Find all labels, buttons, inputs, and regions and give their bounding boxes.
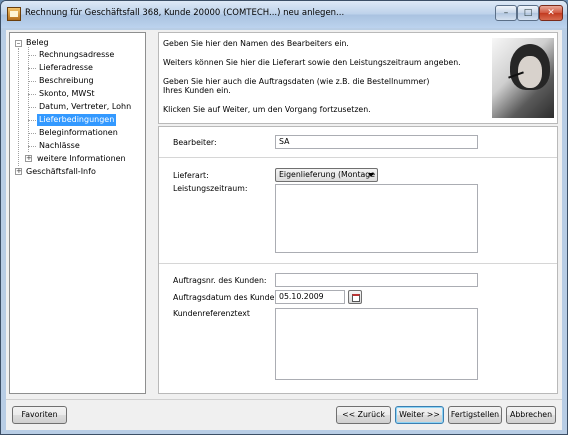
title-bar[interactable]: Rechnung für Geschäftsfall 368, Kunde 20… xyxy=(1,1,567,28)
tree-connector xyxy=(28,94,36,95)
auftragsdatum-label: Auftragsdatum des Kunden: xyxy=(173,293,282,302)
lieferart-select[interactable]: Eigenlieferung (Montage xyxy=(275,168,378,182)
finish-button[interactable]: Fertigstellen xyxy=(448,406,502,424)
close-button[interactable]: ✕ xyxy=(539,5,563,21)
tree-item-lieferbedingungen[interactable]: Lieferbedingungen xyxy=(37,114,117,126)
calendar-icon[interactable] xyxy=(348,290,362,304)
bearbeiter-input[interactable]: SA xyxy=(275,135,478,149)
info-text-4: Klicken Sie auf Weiter, um den Vorgang f… xyxy=(163,105,371,114)
section-divider xyxy=(159,157,557,158)
tree-item-datum-vertreter-lohn[interactable]: Datum, Vertreter, Lohn xyxy=(37,101,133,113)
section-divider xyxy=(159,263,557,264)
info-text-2: Weiters können Sie hier die Lieferart so… xyxy=(163,58,461,67)
info-text-3b: Ihres Kunden ein. xyxy=(163,86,231,95)
minimize-button[interactable]: – xyxy=(495,5,517,21)
auftragsnr-input[interactable] xyxy=(275,273,478,287)
dialog-client: – Beleg Rechnungsadresse Lieferadresse B… xyxy=(6,30,562,430)
kundenreferenz-label: Kundenreferenztext xyxy=(173,309,250,318)
favoriten-button[interactable]: Favoriten xyxy=(12,406,67,424)
tree-connector xyxy=(28,120,36,121)
info-text-3a: Geben Sie hier auch die Auftragsdaten (w… xyxy=(163,77,430,86)
info-text-1: Geben Sie hier den Namen des Bearbeiters… xyxy=(163,39,349,48)
next-button[interactable]: Weiter >> xyxy=(395,406,444,424)
dropdown-arrow-icon xyxy=(368,173,374,177)
back-button[interactable]: << Zurück xyxy=(336,406,391,424)
lieferart-label: Lieferart: xyxy=(173,171,209,180)
tree-item-weitere-informationen[interactable]: weitere Informationen xyxy=(35,153,128,165)
tree-item-beleginformationen[interactable]: Beleginformationen xyxy=(37,127,120,139)
tree-item-skonto-mwst[interactable]: Skonto, MWSt xyxy=(37,88,97,100)
tree-connector xyxy=(28,133,36,134)
tree-connector xyxy=(28,81,36,82)
auftragsnr-label: Auftragsnr. des Kunden: xyxy=(173,276,267,285)
maximize-button[interactable]: □ xyxy=(517,5,539,21)
panel-splitter[interactable] xyxy=(149,32,153,394)
tree-connector xyxy=(28,47,29,152)
tree-item-rechnungsadresse[interactable]: Rechnungsadresse xyxy=(37,49,116,61)
expand-icon[interactable]: + xyxy=(25,155,32,162)
tree-item-nachlaesse[interactable]: Nachlässe xyxy=(37,140,82,152)
collapse-icon[interactable]: – xyxy=(15,40,22,47)
app-icon xyxy=(7,7,21,21)
support-agent-photo xyxy=(492,38,554,118)
tree-connector xyxy=(28,107,36,108)
dialog-window: Rechnung für Geschäftsfall 368, Kunde 20… xyxy=(0,0,568,435)
auftragsdatum-input[interactable]: 05.10.2009 xyxy=(275,290,345,304)
kundenreferenz-textarea[interactable] xyxy=(275,308,478,380)
tree-connector xyxy=(28,68,36,69)
window-title: Rechnung für Geschäftsfall 368, Kunde 20… xyxy=(25,8,345,18)
bearbeiter-label: Bearbeiter: xyxy=(173,138,217,147)
lieferart-selected-value: Eigenlieferung (Montage xyxy=(279,170,376,179)
tree-connector xyxy=(28,55,36,56)
tree-item-geschaeftsfall-info[interactable]: Geschäftsfall-Info xyxy=(24,166,98,178)
tree-connector xyxy=(28,146,36,147)
button-bar-divider xyxy=(6,399,562,400)
tree-item-beschreibung[interactable]: Beschreibung xyxy=(37,75,96,87)
form-panel: Bearbeiter: SA Lieferart: Eigenlieferung… xyxy=(158,126,558,394)
leistungszeitraum-textarea[interactable] xyxy=(275,184,478,253)
tree-connector xyxy=(18,48,19,166)
navigation-tree[interactable]: – Beleg Rechnungsadresse Lieferadresse B… xyxy=(9,32,146,394)
main-panel: Geben Sie hier den Namen des Bearbeiters… xyxy=(156,32,560,394)
cancel-button[interactable]: Abbrechen xyxy=(506,406,556,424)
expand-icon[interactable]: + xyxy=(15,168,22,175)
leistungszeitraum-label: Leistungszeitraum: xyxy=(173,184,248,193)
info-panel: Geben Sie hier den Namen des Bearbeiters… xyxy=(158,32,558,124)
tree-item-lieferadresse[interactable]: Lieferadresse xyxy=(37,62,95,74)
